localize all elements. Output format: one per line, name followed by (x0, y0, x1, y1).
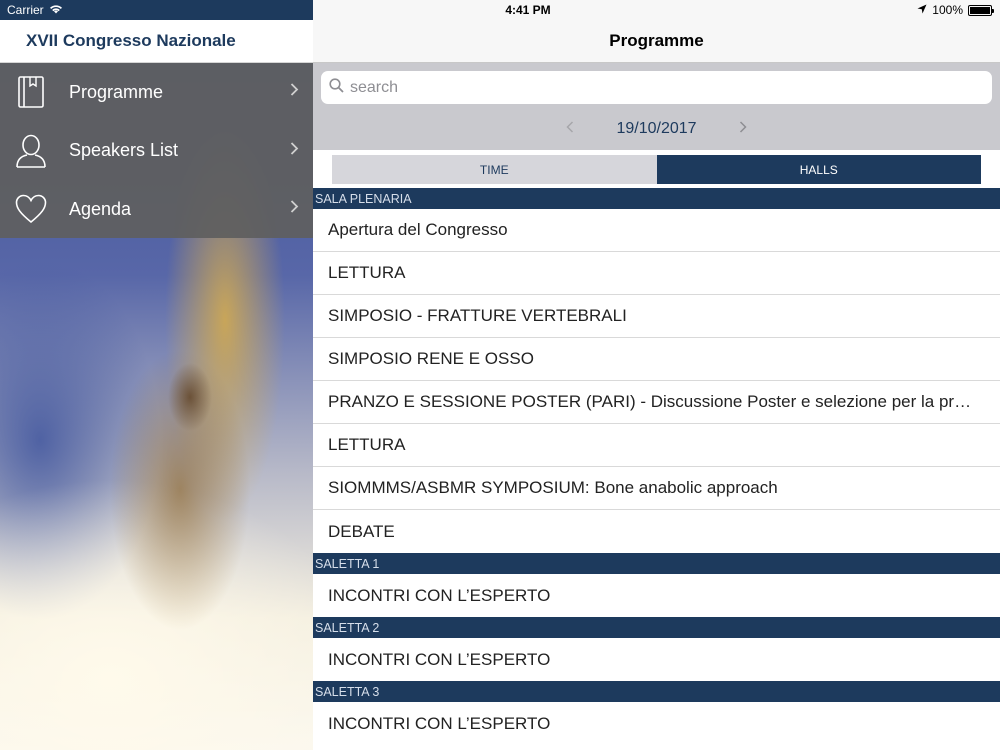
status-bar-left: Carrier (0, 0, 313, 20)
sidebar-item-agenda[interactable]: Agenda (0, 180, 313, 239)
sidebar-item-speakers[interactable]: Speakers List (0, 122, 313, 181)
search-input[interactable] (350, 78, 950, 97)
session-title: DEBATE (328, 521, 395, 541)
battery-percent: 100% (932, 3, 963, 17)
section-rows: Apertura del Congresso LETTURA SIMPOSIO - … (313, 209, 1000, 553)
heart-icon (14, 192, 48, 226)
session-title: SIMPOSIO - FRATTURE VERTEBRALI (328, 306, 627, 325)
battery-icon (968, 4, 994, 16)
section-header: SALETTA 3 (313, 681, 1000, 702)
session-title: Apertura del Congresso (328, 220, 508, 239)
app-title: XVII Congresso Nazionale (26, 31, 236, 50)
search-bar (313, 63, 1000, 107)
session-row[interactable]: SIMPOSIO RENE E OSSO (313, 338, 1000, 381)
sidebar-item-label: Programme (69, 81, 164, 102)
section-header: SALETTA 2 (313, 617, 1000, 638)
section-rows: INCONTRI CON L’ESPERTO (313, 574, 1000, 617)
sidebar-header: XVII Congresso Nazionale (0, 20, 313, 63)
session-title: LETTURA (328, 435, 406, 454)
sidebar-menu: Programme Speakers List Agenda (0, 63, 313, 238)
sidebar-item-label: Agenda (69, 198, 132, 219)
chevron-right-icon (290, 141, 299, 160)
previous-date-button[interactable] (566, 120, 574, 138)
status-time: 4:41 PM (505, 3, 551, 17)
search-box[interactable] (321, 71, 992, 104)
carrier-label: Carrier (7, 3, 44, 17)
wifi-icon (49, 3, 63, 17)
tab-halls[interactable]: HALLS (656, 155, 981, 184)
session-row[interactable]: LETTURA (313, 424, 1000, 467)
status-bar-right: 4:41 PM 100% (313, 0, 1000, 20)
session-row[interactable]: LETTURA (313, 252, 1000, 295)
page-title: Programme (609, 31, 704, 50)
session-title: PRANZO E SESSIONE POSTER (PARI) - Discus… (328, 392, 978, 411)
sidebar-background-image (0, 238, 313, 750)
section-header: SALA PLENARIA (313, 188, 1000, 209)
session-title: LETTURA (328, 263, 406, 282)
book-icon (14, 75, 48, 109)
next-date-button[interactable] (739, 120, 747, 138)
session-row[interactable]: INCONTRI CON L’ESPERTO (313, 638, 1000, 681)
date-selector: 19/10/2017 (313, 107, 1000, 150)
session-title: SIOMMMS/ASBMR SYMPOSIUM: Bone anabolic a… (328, 478, 778, 497)
person-icon (14, 134, 48, 168)
sidebar-item-programme[interactable]: Programme (0, 63, 313, 122)
section-header: SALETTA 1 (313, 553, 1000, 574)
session-list: SALA PLENARIA Apertura del Congresso LETTU… (313, 188, 1000, 745)
section-rows: INCONTRI CON L’ESPERTO (313, 638, 1000, 681)
view-segmented-control: TIME HALLS (313, 150, 1000, 189)
sidebar-item-label: Speakers List (69, 140, 179, 161)
location-arrow-icon (917, 3, 927, 17)
session-row[interactable]: SIMPOSIO - FRATTURE VERTEBRALI (313, 295, 1000, 338)
sidebar: XVII Congresso Nazionale Programme Speak… (0, 20, 313, 750)
session-title: INCONTRI CON L’ESPERTO (328, 649, 551, 669)
search-icon (329, 77, 344, 98)
session-row[interactable]: INCONTRI CON L’ESPERTO (313, 574, 1000, 617)
session-title: INCONTRI CON L’ESPERTO (328, 713, 551, 733)
chevron-right-icon (290, 83, 299, 102)
session-row[interactable]: SIOMMMS/ASBMR SYMPOSIUM: Bone anabolic a… (313, 467, 1000, 510)
session-title: INCONTRI CON L’ESPERTO (328, 585, 551, 605)
session-title: SIMPOSIO RENE E OSSO (328, 349, 534, 368)
chevron-right-icon (290, 200, 299, 219)
session-row[interactable]: DEBATE (313, 510, 1000, 553)
tab-time[interactable]: TIME (332, 155, 657, 184)
navigation-bar: Programme (313, 20, 1000, 63)
section-rows: INCONTRI CON L’ESPERTO (313, 702, 1000, 745)
session-row[interactable]: Apertura del Congresso (313, 209, 1000, 252)
session-row[interactable]: INCONTRI CON L’ESPERTO (313, 702, 1000, 745)
main-panel: Programme 19/10/2017 TIME HALLS SALA PLE… (313, 20, 1000, 750)
current-date: 19/10/2017 (616, 119, 697, 137)
session-row[interactable]: PRANZO E SESSIONE POSTER (PARI) - Discus… (313, 381, 1000, 424)
